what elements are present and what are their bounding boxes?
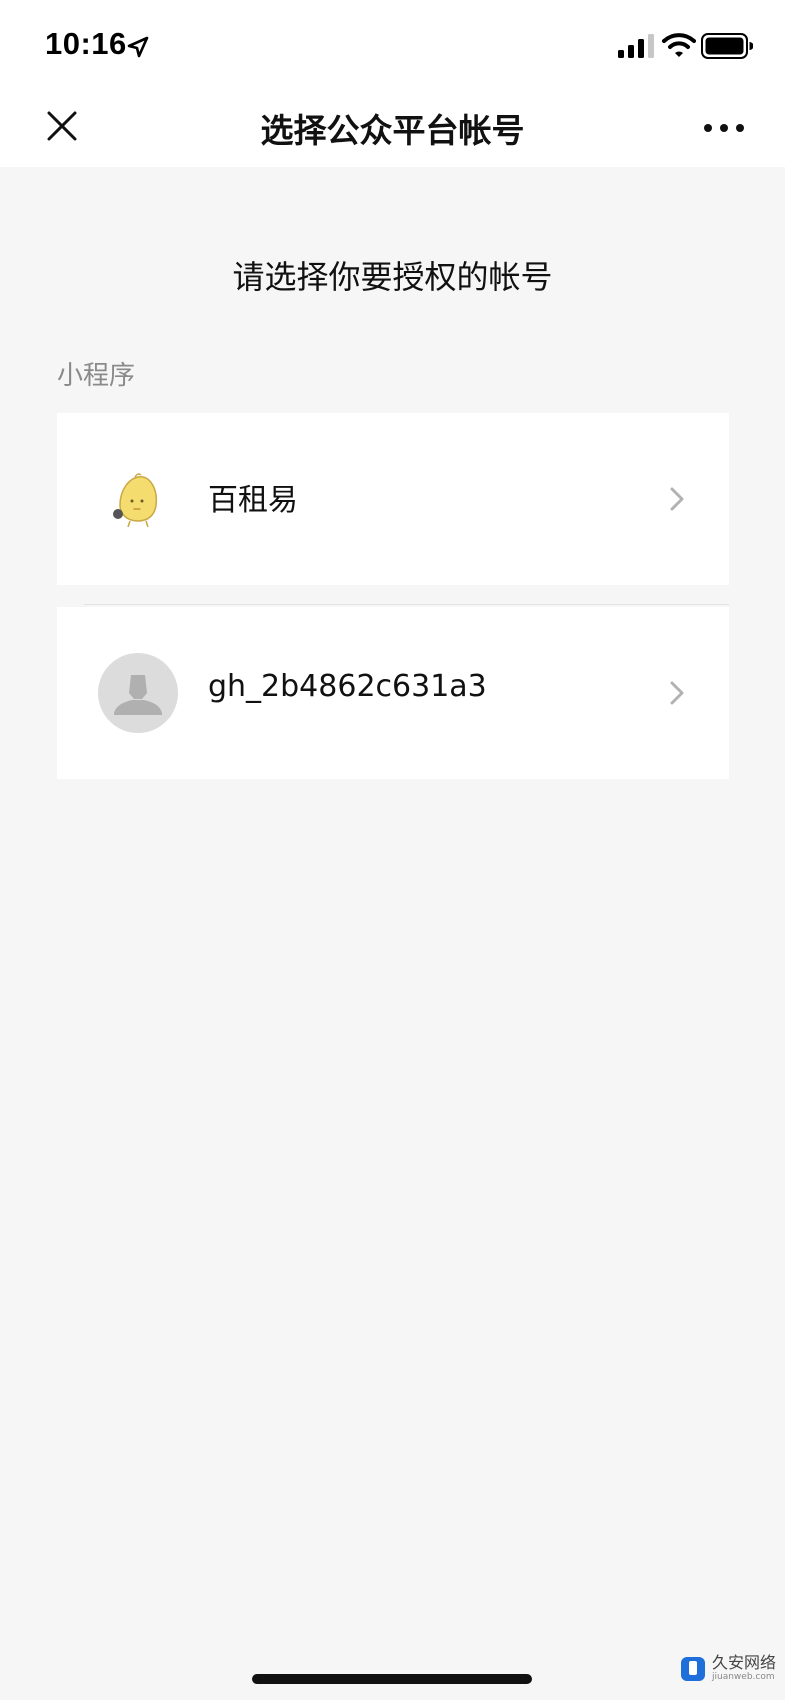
status-bar: 10:16 (0, 0, 785, 90)
account-name: gh_2b4862c631a3 (208, 669, 487, 704)
nav-bar: 选择公众平台帐号 (0, 90, 785, 167)
chevron-right-icon (670, 681, 684, 705)
battery-icon (701, 33, 753, 59)
user-icon (114, 675, 162, 715)
page-heading: 请选择你要授权的帐号 (232, 258, 553, 296)
chevron-right-icon (670, 487, 684, 511)
divider (84, 604, 729, 605)
account-name: 百租易 (208, 483, 298, 518)
more-icon (704, 124, 744, 132)
home-indicator[interactable] (252, 1674, 532, 1684)
account-item-1[interactable]: 百租易 (57, 413, 729, 585)
watermark-text: 久安网络 (712, 1653, 777, 1672)
section-label-miniprogram: 小程序 (57, 361, 136, 391)
account-item-2[interactable]: gh_2b4862c631a3 (57, 607, 729, 779)
more-button[interactable] (700, 108, 748, 148)
location-icon (127, 36, 149, 58)
wifi-icon (662, 33, 696, 57)
watermark-logo-icon (681, 1657, 705, 1681)
signal-icon (618, 34, 654, 58)
mascot-avatar (113, 473, 158, 528)
watermark-url: jiuanweb.com (712, 1672, 775, 1682)
status-time: 10:16 (45, 26, 127, 61)
default-user-avatar (98, 653, 178, 733)
page-title: 选择公众平台帐号 (260, 111, 525, 150)
